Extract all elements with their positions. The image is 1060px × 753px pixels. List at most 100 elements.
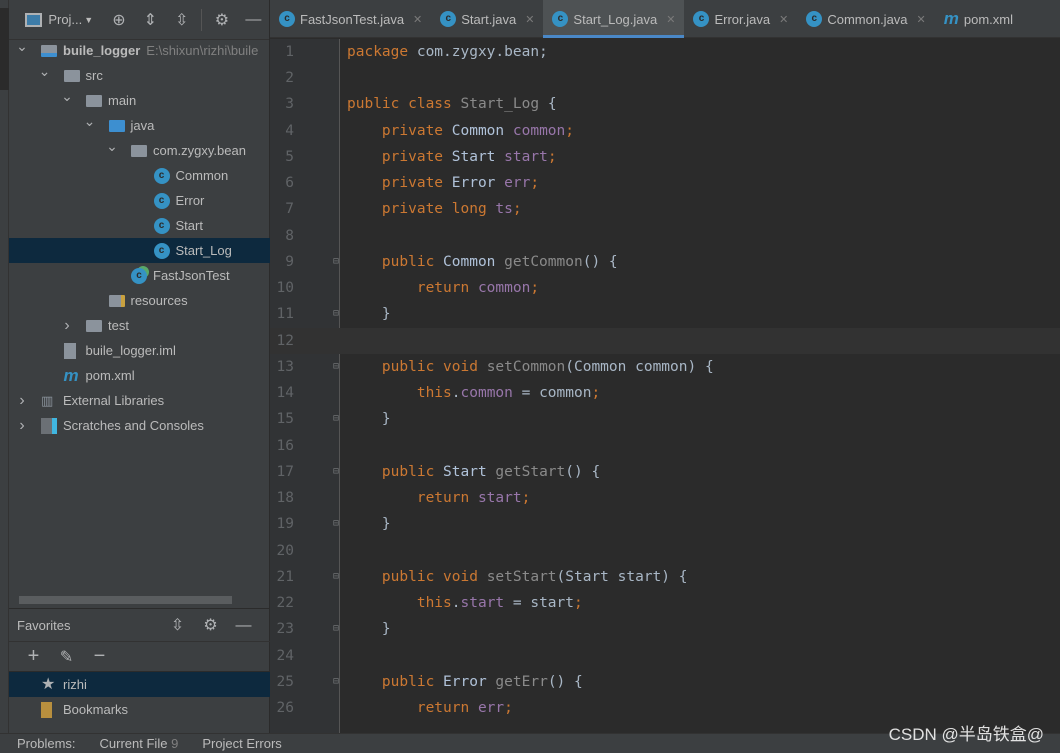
collapse-all-icon[interactable]: ⇳ — [166, 10, 197, 30]
tab-start-log-java[interactable]: c Start_Log.java ✕ — [543, 0, 685, 38]
minimize-icon[interactable]: — — [238, 11, 269, 29]
tree-item[interactable]: resources — [9, 288, 270, 313]
chevron-down-icon[interactable]: ▼ — [84, 15, 93, 25]
tree-item-label: Start — [176, 213, 203, 238]
project-view-dropdown[interactable]: Proj... — [48, 12, 82, 27]
tab-project-errors[interactable]: Project Errors — [202, 736, 281, 751]
chevron-down-icon[interactable]: ⌄ — [15, 38, 29, 59]
tab-pom-xml[interactable]: m pom.xml — [935, 0, 1022, 38]
tree-item[interactable]: c Start_Log — [9, 238, 270, 263]
project-tool-button[interactable] — [0, 8, 9, 90]
tree-item-name: Common — [175, 168, 229, 183]
code-line: 2 — [270, 65, 1060, 91]
line-number: 18 — [276, 490, 294, 507]
code-text: } — [347, 301, 391, 327]
code-line: 24 — [270, 643, 1060, 669]
line-number: 8 — [285, 227, 294, 244]
chevron-down-icon[interactable]: ⌄ — [38, 63, 52, 84]
line-number: 23 — [276, 621, 294, 638]
code-text: package com.zygxy.bean; — [347, 39, 548, 65]
tree-item[interactable]: › Scratches and Consoles — [9, 413, 270, 438]
close-icon[interactable]: ✕ — [779, 13, 788, 26]
tree-item-name: resources — [130, 293, 188, 308]
chevron-right-icon[interactable]: › — [15, 413, 29, 438]
close-icon[interactable]: ✕ — [525, 13, 534, 26]
add-icon[interactable]: + — [17, 645, 50, 668]
chevron-down-icon[interactable]: ⌄ — [105, 138, 119, 159]
maven-icon: m — [943, 9, 959, 28]
gear-icon[interactable]: ⚙ — [194, 609, 227, 643]
chevron-down-icon[interactable]: ⌄ — [83, 113, 97, 134]
code-token: ; — [574, 595, 583, 612]
chevron-right-icon[interactable]: › — [15, 388, 29, 413]
close-icon[interactable]: ✕ — [413, 13, 422, 26]
tree-item[interactable]: ⌄ main — [9, 88, 270, 113]
fold-marker-icon[interactable]: ⊟ — [333, 616, 339, 642]
code-line: 3 public class Start_Log { — [270, 91, 1060, 117]
collapse-all-icon[interactable]: ⇳ — [161, 609, 194, 643]
code-token: Start — [451, 148, 505, 165]
gear-icon[interactable]: ⚙ — [206, 10, 237, 30]
close-icon[interactable]: ✕ — [917, 13, 926, 26]
class-icon: c — [806, 11, 823, 27]
tab-current-file[interactable]: Current File 9 — [100, 736, 179, 751]
chevron-down-icon[interactable]: ⌄ — [60, 88, 74, 109]
tree-item[interactable]: › test — [9, 313, 270, 338]
code-token: Common — [451, 122, 513, 139]
code-token: package — [347, 44, 417, 60]
runnable-class-icon: c — [131, 268, 147, 284]
fold-marker-icon[interactable]: ⊟ — [333, 249, 339, 275]
tree-item[interactable]: c Common — [9, 163, 270, 188]
tree-item-name: pom.xml — [85, 368, 135, 383]
code-text: public class Start_Log { — [347, 91, 557, 117]
tab-fastjsontest-java[interactable]: c FastJsonTest.java ✕ — [270, 0, 431, 38]
tree-item[interactable]: ⌄ com.zygxy.bean — [9, 138, 270, 163]
favorites-item[interactable]: Bookmarks — [9, 697, 270, 722]
fold-marker-icon[interactable]: ⊟ — [333, 669, 339, 695]
tab-common-java[interactable]: c Common.java ✕ — [797, 0, 934, 38]
remove-icon[interactable]: − — [83, 645, 116, 668]
favorites-item[interactable]: ★ rizhi — [9, 672, 270, 697]
tree-item[interactable]: ⌄ java — [9, 113, 270, 138]
folder-icon — [86, 95, 102, 107]
tree-item[interactable]: c FastJsonTest — [9, 263, 270, 288]
tree-item[interactable]: ⌄ buile_logger E:\shixun\rizhi\buile — [9, 38, 270, 63]
close-icon[interactable]: ✕ — [666, 13, 675, 26]
chevron-right-icon[interactable]: › — [60, 313, 74, 338]
fold-marker-icon[interactable]: ⊟ — [333, 564, 339, 590]
code-token: Start — [443, 463, 496, 480]
locate-icon[interactable]: ⊕ — [103, 10, 134, 30]
fold-marker-icon[interactable]: ⊟ — [333, 354, 339, 380]
tree-item-label: Start_Log — [176, 238, 232, 263]
line-number: 5 — [285, 148, 294, 165]
tree-item[interactable]: c Error — [9, 188, 270, 213]
tree-item[interactable]: c Start — [9, 213, 270, 238]
fold-marker-icon[interactable]: ⊟ — [333, 511, 339, 537]
edit-icon[interactable]: ✎ — [50, 647, 83, 667]
tree-item[interactable]: ⌄ src — [9, 63, 270, 88]
expand-all-icon[interactable]: ⇕ — [135, 10, 166, 30]
minimize-icon[interactable]: — — [227, 609, 260, 643]
horizontal-scrollbar[interactable] — [19, 596, 232, 604]
fold-marker-icon[interactable]: ⊟ — [333, 406, 339, 432]
fold-marker-icon[interactable]: ⊟ — [333, 459, 339, 485]
code-token: start — [477, 490, 522, 507]
tree-item-label: main — [108, 88, 136, 113]
line-number: 21 — [276, 568, 294, 585]
tab-start-java[interactable]: c Start.java ✕ — [431, 0, 543, 38]
code-line: 9 ⊟ public Common getCommon() { — [270, 249, 1060, 275]
code-line: 10 return common; — [270, 275, 1060, 301]
code-editor[interactable]: 1 package com.zygxy.bean; 2 3 public class S… — [270, 39, 1060, 733]
code-text: private Start start; — [347, 144, 557, 170]
tree-item[interactable]: buile_logger.iml — [9, 338, 270, 363]
fold-marker-icon[interactable]: ⊟ — [333, 301, 339, 327]
tree-item[interactable]: m pom.xml — [9, 363, 270, 388]
tab-error-java[interactable]: c Error.java ✕ — [684, 0, 797, 38]
class-icon: c — [440, 11, 457, 27]
code-text: } — [347, 511, 391, 537]
code-token: private — [347, 148, 452, 165]
tab-label: Start.java — [461, 11, 517, 27]
code-text: this.common = common; — [347, 380, 600, 406]
class-icon: c — [693, 11, 710, 27]
tree-item[interactable]: › ▥ External Libraries — [9, 388, 270, 413]
